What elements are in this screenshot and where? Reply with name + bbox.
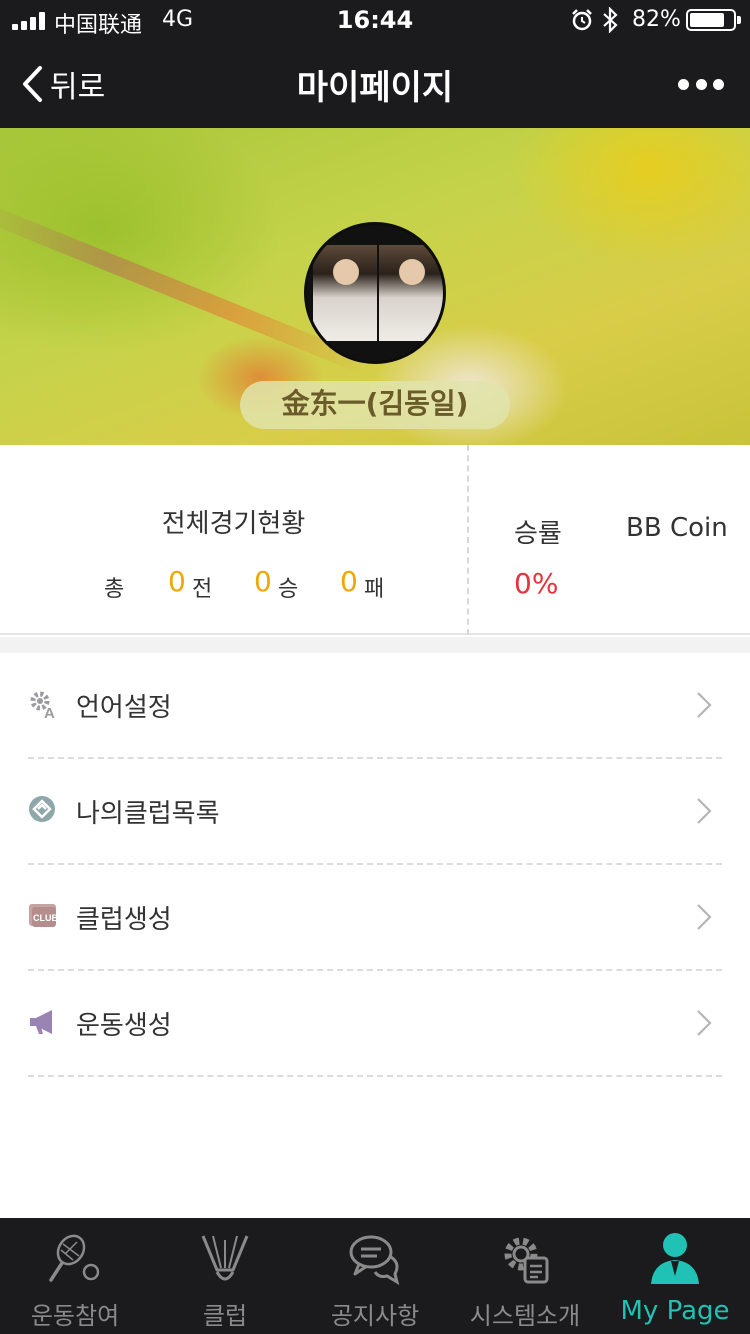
dot-icon: [678, 78, 689, 90]
section-gap: [0, 637, 750, 653]
menu-item-my-club-list[interactable]: 나의클럽목록: [0, 759, 750, 865]
menu-label: 클럽생성: [76, 905, 172, 935]
tab-my-page[interactable]: My Page: [600, 1218, 750, 1334]
navigation-bar: 뒤로 마이페이지: [0, 40, 750, 128]
menu-label: 운동생성: [76, 1011, 172, 1041]
win-rate-label: 승률: [514, 519, 562, 549]
chevron-right-icon: [697, 692, 712, 718]
menu-item-language-settings[interactable]: A 언어설정: [0, 653, 750, 759]
tab-label: 클럽: [202, 1302, 248, 1330]
club-create-icon: CLUB: [29, 904, 58, 927]
back-label: 뒤로: [50, 70, 106, 105]
chevron-right-icon: [697, 1010, 712, 1036]
bluetooth-icon: [603, 7, 618, 33]
losses-unit: 패: [364, 577, 385, 602]
dot-icon: [713, 78, 724, 90]
tab-system-intro[interactable]: 시스템소개: [450, 1218, 600, 1334]
chevron-left-icon: [23, 66, 42, 102]
gear-document-icon: [504, 1237, 549, 1284]
tab-label: 시스템소개: [469, 1302, 581, 1330]
profile-banner: 金东一(김동일): [0, 128, 750, 445]
megaphone-icon: [30, 1010, 52, 1034]
wins-unit: 승: [278, 577, 299, 602]
menu-item-create-exercise[interactable]: 운동생성: [0, 971, 750, 1077]
battery-icon: [686, 9, 741, 31]
tab-label: My Page: [620, 1296, 730, 1326]
overall-record-title: 전체경기현황: [161, 509, 306, 539]
badminton-icon: [49, 1234, 100, 1282]
svg-text:CLUB: CLUB: [33, 913, 58, 923]
menu-label: 언어설정: [76, 693, 172, 723]
back-button[interactable]: 뒤로: [20, 62, 105, 106]
bb-coin-label[interactable]: BB Coin: [626, 513, 728, 543]
tab-notice[interactable]: 공지사항: [300, 1218, 450, 1334]
more-options-button[interactable]: [678, 70, 724, 98]
stats-divider: [467, 445, 469, 635]
page-title: 마이페이지: [296, 68, 454, 108]
avatar[interactable]: [304, 222, 446, 364]
shuttlecock-icon: [201, 1235, 249, 1281]
language-settings-icon: A: [30, 691, 55, 719]
chevron-right-icon: [697, 904, 712, 930]
user-icon: [651, 1233, 699, 1284]
tab-exercise-join[interactable]: 운동참여: [0, 1218, 150, 1334]
losses-count: 0: [340, 565, 358, 598]
profile-name: 金东一(김동일): [240, 381, 510, 429]
chat-bubbles-icon: [349, 1235, 400, 1286]
tab-label: 운동참여: [30, 1302, 120, 1330]
svg-text:A: A: [44, 705, 55, 719]
menu-item-create-club[interactable]: CLUB 클럽생성: [0, 865, 750, 971]
dot-icon: [695, 78, 707, 90]
bottom-tab-bar: 운동참여 클럽 공지사항 시스템소개 My Page: [0, 1218, 750, 1334]
stats-panel: 전체경기현황 총 0 전 0 승 0 패 승률 0% BB Coin: [0, 445, 750, 635]
games-unit: 전: [192, 577, 213, 602]
wins-count: 0: [254, 565, 272, 598]
club-list-icon: [29, 796, 55, 822]
chevron-right-icon: [697, 798, 712, 824]
win-rate-value: 0%: [514, 567, 559, 600]
tab-club[interactable]: 클럽: [150, 1218, 300, 1334]
status-bar: 中国联通 4G 16:44 82%: [0, 0, 750, 40]
total-prefix: 총: [104, 577, 125, 602]
battery-percent: 82%: [632, 7, 681, 32]
menu-label: 나의클럽목록: [76, 799, 220, 829]
games-count: 0: [168, 565, 186, 598]
my-page-screen: 中国联通 4G 16:44 82% 뒤로 마이페이지 金东一(김동일) 전체경기…: [0, 0, 750, 1334]
alarm-icon: [572, 9, 592, 31]
tab-label: 공지사항: [330, 1302, 420, 1330]
